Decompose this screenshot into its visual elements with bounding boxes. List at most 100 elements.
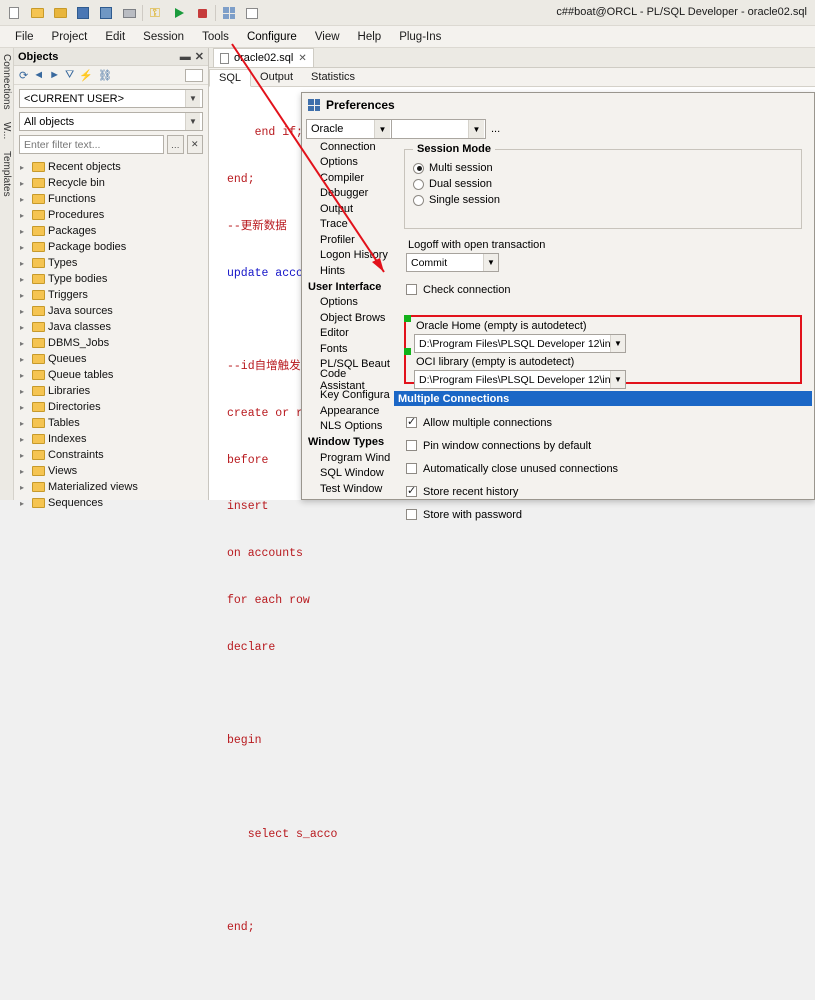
- check-connection-checkbox[interactable]: Check connection: [406, 281, 812, 298]
- list-item[interactable]: ▸ Constraints: [14, 447, 208, 463]
- dock-tab-connections[interactable]: Connections: [0, 48, 13, 116]
- list-item[interactable]: ▸ Triggers: [14, 287, 208, 303]
- nav-item-editor[interactable]: Editor: [306, 326, 392, 342]
- menu-tools[interactable]: Tools: [193, 28, 238, 46]
- list-item[interactable]: ▸ Packages: [14, 223, 208, 239]
- nav-item-program-window[interactable]: Program Wind: [306, 450, 392, 466]
- nav-item-nls-options[interactable]: NLS Options: [306, 419, 392, 435]
- chevron-down-icon[interactable]: ▼: [483, 254, 498, 271]
- grid-icon[interactable]: [219, 3, 239, 23]
- execute-icon[interactable]: [169, 3, 189, 23]
- list-item[interactable]: ▸ Procedures: [14, 207, 208, 223]
- nav-item-connection[interactable]: Connection: [306, 139, 392, 155]
- list-item[interactable]: ▸ Indexes: [14, 431, 208, 447]
- list-item[interactable]: ▸ Java sources: [14, 303, 208, 319]
- list-item[interactable]: ▸ Recent objects: [14, 159, 208, 175]
- tab-statistics[interactable]: Statistics: [302, 69, 364, 85]
- nav-item-logon-history[interactable]: Logon History: [306, 248, 392, 264]
- nav-item-appearance[interactable]: Appearance: [306, 403, 392, 419]
- list-item[interactable]: ▸ Types: [14, 255, 208, 271]
- nav-item-plan-window[interactable]: Plan Window: [306, 497, 392, 498]
- menu-help[interactable]: Help: [349, 28, 391, 46]
- chevron-down-icon[interactable]: ▼: [610, 335, 625, 352]
- menu-edit[interactable]: Edit: [96, 28, 134, 46]
- tab-sql[interactable]: SQL: [209, 68, 252, 87]
- nav-item-sql-window[interactable]: SQL Window: [306, 466, 392, 482]
- checkbox-auto-close-unused[interactable]: Automatically close unused connections: [406, 457, 618, 480]
- save-all-icon[interactable]: [96, 3, 116, 23]
- back-icon[interactable]: ◄: [33, 69, 44, 81]
- logoff-select[interactable]: Commit ▼: [406, 253, 499, 272]
- list-item[interactable]: ▸ Queue tables: [14, 367, 208, 383]
- list-item[interactable]: ▸ DBMS_Jobs: [14, 335, 208, 351]
- filter-input[interactable]: [19, 135, 164, 154]
- radio-dual-session[interactable]: Dual session: [413, 176, 793, 192]
- close-icon[interactable]: ✕: [191, 50, 204, 63]
- list-item[interactable]: ▸ Directories: [14, 399, 208, 415]
- nav-item-test-window[interactable]: Test Window: [306, 481, 392, 497]
- key-icon[interactable]: ⚿: [146, 3, 166, 23]
- menu-view[interactable]: View: [306, 28, 349, 46]
- filter-icon[interactable]: ⛛: [65, 69, 74, 82]
- radio-multi-session[interactable]: Multi session: [413, 160, 793, 176]
- checkbox-allow-multiple-connections[interactable]: Allow multiple connections: [406, 411, 618, 434]
- list-item[interactable]: ▸ Libraries: [14, 383, 208, 399]
- list-item[interactable]: ▸ Package bodies: [14, 239, 208, 255]
- refresh-icon[interactable]: ⟳: [19, 69, 28, 82]
- list-item[interactable]: ▸ Recycle bin: [14, 175, 208, 191]
- nav-item-key-configuration[interactable]: Key Configura: [306, 388, 392, 404]
- list-item[interactable]: ▸ Materialized views: [14, 479, 208, 495]
- chevron-down-icon[interactable]: ▼: [185, 113, 200, 130]
- dock-tab-windows[interactable]: W...: [0, 116, 13, 145]
- chevron-down-icon[interactable]: ▼: [185, 90, 200, 107]
- nav-item-ui-options[interactable]: Options: [306, 295, 392, 311]
- pin-icon[interactable]: ▬: [176, 51, 191, 63]
- oci-library-input[interactable]: D:\Program Files\PLSQL Developer 12\inst…: [414, 370, 626, 389]
- nav-item-profiler[interactable]: Profiler: [306, 232, 392, 248]
- nav-item-options[interactable]: Options: [306, 155, 392, 171]
- stop-icon[interactable]: [192, 3, 212, 23]
- objects-tree[interactable]: ▸ Recent objects ▸ Recycle bin ▸ Functions …: [14, 159, 208, 511]
- list-item[interactable]: ▸ Sequences: [14, 495, 208, 511]
- nav-item-object-browser[interactable]: Object Brows: [306, 310, 392, 326]
- list-item[interactable]: ▸ Functions: [14, 191, 208, 207]
- nav-item-debugger[interactable]: Debugger: [306, 186, 392, 202]
- object-scope-select[interactable]: All objects ▼: [19, 112, 203, 131]
- print-icon[interactable]: [119, 3, 139, 23]
- menu-session[interactable]: Session: [134, 28, 193, 46]
- list-item[interactable]: ▸ Tables: [14, 415, 208, 431]
- nav-item-hints[interactable]: Hints: [306, 263, 392, 279]
- nav-item-compiler[interactable]: Compiler: [306, 170, 392, 186]
- open-folder-icon[interactable]: [27, 3, 47, 23]
- open-recent-icon[interactable]: [50, 3, 70, 23]
- table-icon[interactable]: [242, 3, 262, 23]
- menu-plugins[interactable]: Plug-Ins: [390, 28, 450, 46]
- radio-single-session[interactable]: Single session: [413, 192, 793, 208]
- checkbox-pin-window-connections[interactable]: Pin window connections by default: [406, 434, 618, 457]
- oracle-home-input[interactable]: D:\Program Files\PLSQL Developer 12\inst…: [414, 334, 626, 353]
- link-icon[interactable]: ⛓: [98, 69, 112, 82]
- new-doc-icon[interactable]: [4, 3, 24, 23]
- list-item[interactable]: ▸ Queues: [14, 351, 208, 367]
- save-icon[interactable]: [73, 3, 93, 23]
- checkbox-store-with-password[interactable]: Store with password: [406, 503, 618, 526]
- nav-item-code-assistant[interactable]: Code Assistant: [306, 368, 392, 392]
- box-icon[interactable]: [185, 68, 203, 82]
- menu-project[interactable]: Project: [43, 28, 97, 46]
- chevron-down-icon[interactable]: ▼: [374, 120, 390, 138]
- editor-tab-oracle02[interactable]: oracle02.sql ✕: [213, 48, 314, 67]
- menu-configure[interactable]: Configure: [238, 28, 306, 46]
- nav-item-trace[interactable]: Trace: [306, 217, 392, 233]
- menu-file[interactable]: File: [6, 28, 43, 46]
- profile-ellipsis-button[interactable]: ...: [491, 123, 500, 135]
- flash-icon[interactable]: ⚡: [79, 69, 93, 82]
- current-user-select[interactable]: <CURRENT USER> ▼: [19, 89, 203, 108]
- chevron-down-icon[interactable]: ▼: [468, 120, 484, 138]
- chevron-down-icon[interactable]: ▼: [610, 371, 625, 388]
- ellipsis-button[interactable]: …: [167, 135, 184, 154]
- close-icon[interactable]: ✕: [298, 53, 306, 64]
- close-filter-button[interactable]: ✕: [186, 135, 203, 154]
- forward-icon[interactable]: ►: [49, 69, 60, 81]
- list-item[interactable]: ▸ Type bodies: [14, 271, 208, 287]
- nav-item-fonts[interactable]: Fonts: [306, 341, 392, 357]
